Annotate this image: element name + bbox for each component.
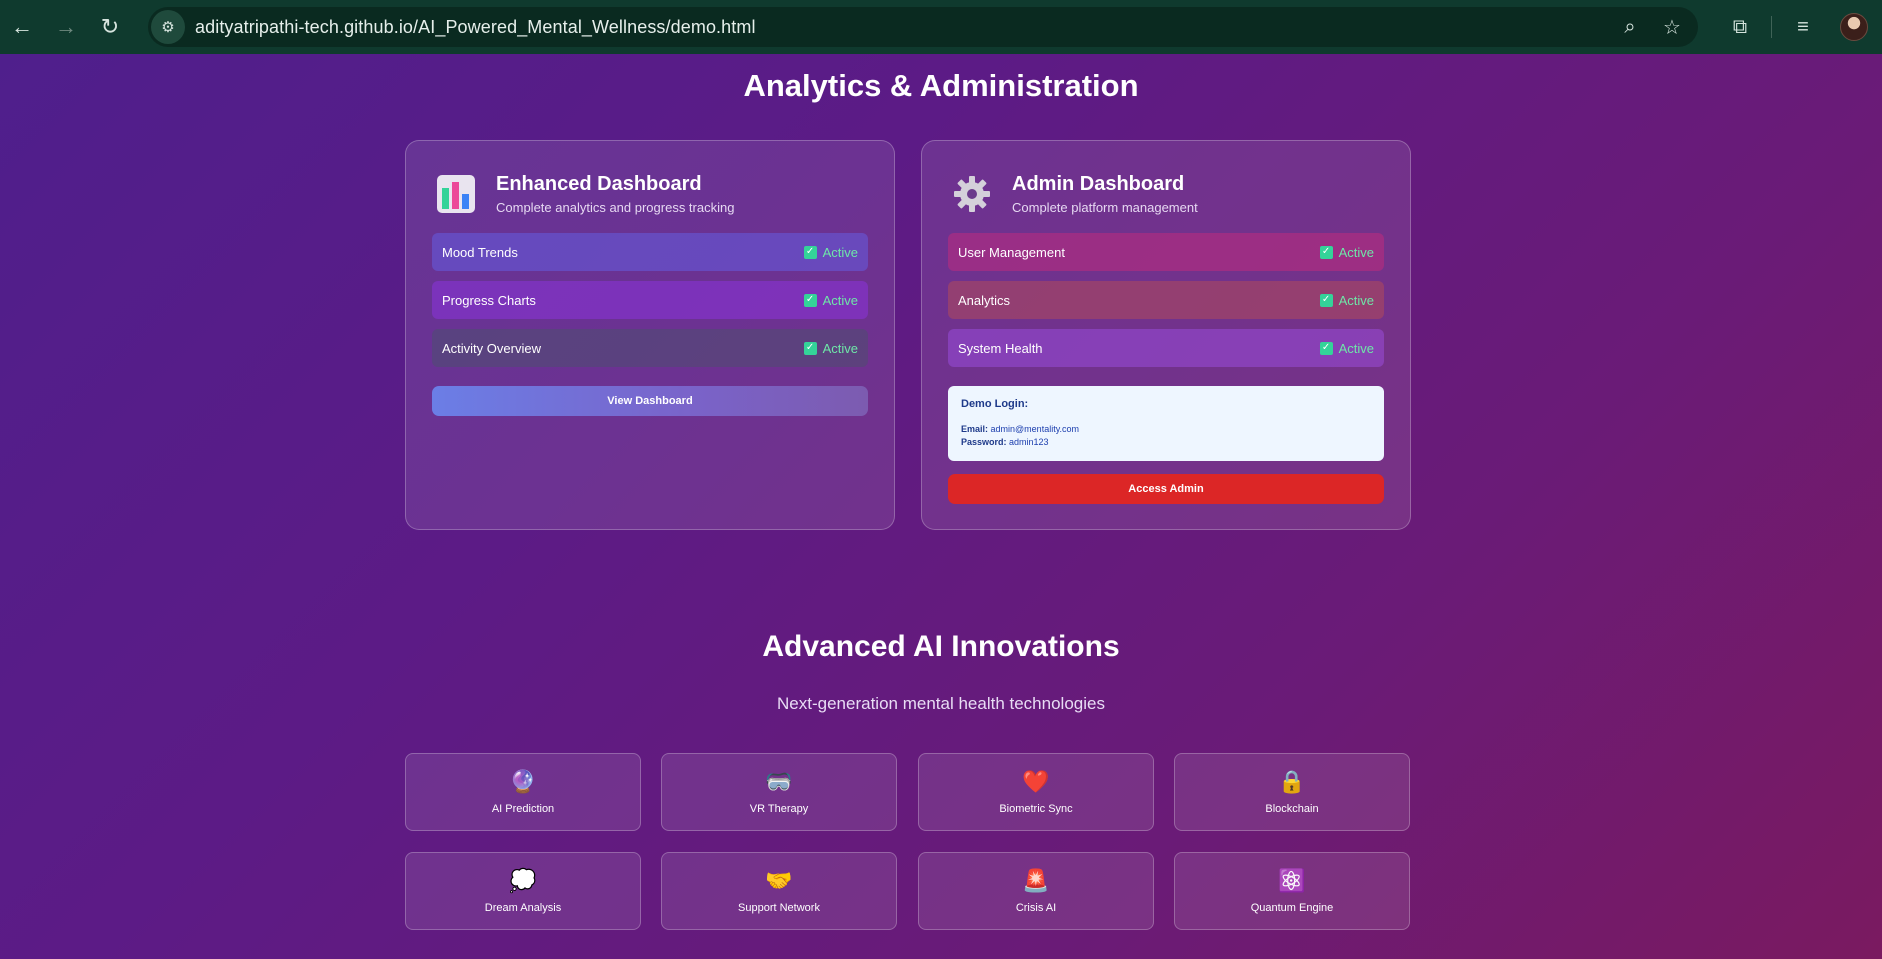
- crystal-ball-icon: 🔮: [509, 769, 537, 794]
- url-text[interactable]: adityatripathi-tech.github.io/AI_Powered…: [195, 17, 756, 38]
- tile-label: Blockchain: [1265, 803, 1319, 815]
- enhanced-dashboard-card: Enhanced Dashboard Complete analytics an…: [405, 140, 895, 530]
- arrow-left-icon: ←: [11, 14, 33, 39]
- tile-blockchain[interactable]: 🔒 Blockchain: [1174, 753, 1410, 831]
- status-badge: ✓ Active: [1319, 341, 1374, 356]
- check-icon: ✓: [1319, 245, 1333, 259]
- browser-toolbar: ← → ↻ ⚙ adityatripathi-tech.github.io/AI…: [0, 0, 1882, 54]
- innovations-section-title: Advanced AI Innovations: [762, 630, 1120, 663]
- heart-icon: ❤️: [1022, 769, 1050, 794]
- status-badge: ✓ Active: [803, 341, 858, 356]
- analytics-section-title: Analytics & Administration: [743, 68, 1139, 103]
- access-admin-button[interactable]: Access Admin: [948, 474, 1384, 504]
- tile-support-network[interactable]: 🤝 Support Network: [661, 852, 897, 930]
- vr-goggles-icon: 🥽: [765, 769, 793, 794]
- tile-vr-therapy[interactable]: 🥽 VR Therapy: [661, 753, 897, 831]
- tile-label: Support Network: [738, 902, 820, 914]
- tile-dream-analysis[interactable]: 💭 Dream Analysis: [405, 852, 641, 930]
- feature-row-mood-trends: Mood Trends ✓ Active: [432, 233, 868, 271]
- reading-list-icon[interactable]: ≡: [1776, 16, 1830, 39]
- lock-icon: 🔒: [1278, 769, 1306, 794]
- feature-row-user-management: User Management ✓ Active: [948, 233, 1384, 271]
- innovations-subtitle: Next-generation mental health technologi…: [777, 694, 1105, 713]
- tile-label: VR Therapy: [749, 803, 809, 815]
- demo-email-line: Email: admin@mentality.com: [961, 424, 1080, 434]
- check-icon: ✓: [1319, 293, 1333, 307]
- check-icon: ✓: [803, 245, 817, 259]
- feature-label: Mood Trends: [442, 244, 518, 260]
- feature-row-analytics: Analytics ✓ Active: [948, 281, 1384, 319]
- demo-password: admin123: [1009, 437, 1049, 447]
- demo-password-line: Password: admin123: [961, 437, 1049, 447]
- check-icon: ✓: [803, 341, 817, 355]
- tile-label: Crisis AI: [1015, 902, 1057, 914]
- feature-label: User Management: [958, 244, 1065, 260]
- tile-quantum-engine[interactable]: ⚛️ Quantum Engine: [1174, 852, 1410, 930]
- toolbar-divider: [1771, 16, 1772, 38]
- arrow-right-icon: →: [55, 14, 77, 39]
- status-badge: ✓ Active: [803, 293, 858, 308]
- tile-crisis-ai[interactable]: 🚨 Crisis AI: [918, 852, 1154, 930]
- reload-icon: ↻: [100, 14, 120, 39]
- bar-chart-icon: [436, 174, 476, 214]
- feature-label: System Health: [958, 340, 1043, 356]
- view-dashboard-button[interactable]: View Dashboard: [432, 386, 868, 416]
- feature-row-activity-overview: Activity Overview ✓ Active: [432, 329, 868, 367]
- check-icon: ✓: [803, 293, 817, 307]
- tile-label: AI Prediction: [491, 803, 555, 815]
- feature-row-system-health: System Health ✓ Active: [948, 329, 1384, 367]
- demo-login-title: Demo Login:: [961, 398, 1029, 410]
- card-title: Admin Dashboard: [1012, 173, 1185, 195]
- reload-button[interactable]: ↻: [88, 0, 132, 54]
- address-bar[interactable]: ⚙ adityatripathi-tech.github.io/AI_Power…: [148, 7, 1698, 47]
- status-badge: ✓ Active: [1319, 293, 1374, 308]
- demo-login-box: Demo Login: Email: admin@mentality.com P…: [948, 386, 1384, 461]
- demo-email: admin@mentality.com: [990, 424, 1080, 434]
- tile-ai-prediction[interactable]: 🔮 AI Prediction: [405, 753, 641, 831]
- handshake-icon: 🤝: [765, 868, 793, 893]
- siren-icon: 🚨: [1022, 868, 1050, 893]
- admin-dashboard-card: Admin Dashboard Complete platform manage…: [921, 140, 1411, 530]
- tile-biometric-sync[interactable]: ❤️ Biometric Sync: [918, 753, 1154, 831]
- tile-label: Biometric Sync: [999, 803, 1073, 815]
- zoom-icon[interactable]: ⌕: [1618, 16, 1642, 39]
- card-title: Enhanced Dashboard: [496, 173, 702, 195]
- gear-icon: [952, 174, 992, 214]
- thought-bubble-icon: 💭: [509, 868, 537, 893]
- status-badge: ✓ Active: [1319, 245, 1374, 260]
- tile-label: Quantum Engine: [1250, 902, 1334, 914]
- profile-avatar[interactable]: [1840, 13, 1868, 41]
- forward-button[interactable]: →: [44, 0, 88, 54]
- back-button[interactable]: ←: [0, 0, 44, 54]
- page-content: Analytics & Administration Enhanced Dash…: [0, 54, 1882, 959]
- feature-label: Analytics: [958, 292, 1011, 308]
- extensions-icon[interactable]: ⧉: [1713, 16, 1767, 39]
- feature-label: Activity Overview: [442, 340, 541, 356]
- bookmark-star-icon[interactable]: ☆: [1660, 15, 1684, 40]
- tile-label: Dream Analysis: [484, 902, 562, 914]
- card-description: Complete analytics and progress tracking: [496, 200, 735, 215]
- feature-row-progress-charts: Progress Charts ✓ Active: [432, 281, 868, 319]
- status-badge: ✓ Active: [803, 245, 858, 260]
- feature-label: Progress Charts: [442, 292, 536, 308]
- card-description: Complete platform management: [1012, 200, 1198, 215]
- check-icon: ✓: [1319, 341, 1333, 355]
- site-info-icon[interactable]: ⚙: [151, 10, 185, 44]
- atom-icon: ⚛️: [1278, 868, 1306, 893]
